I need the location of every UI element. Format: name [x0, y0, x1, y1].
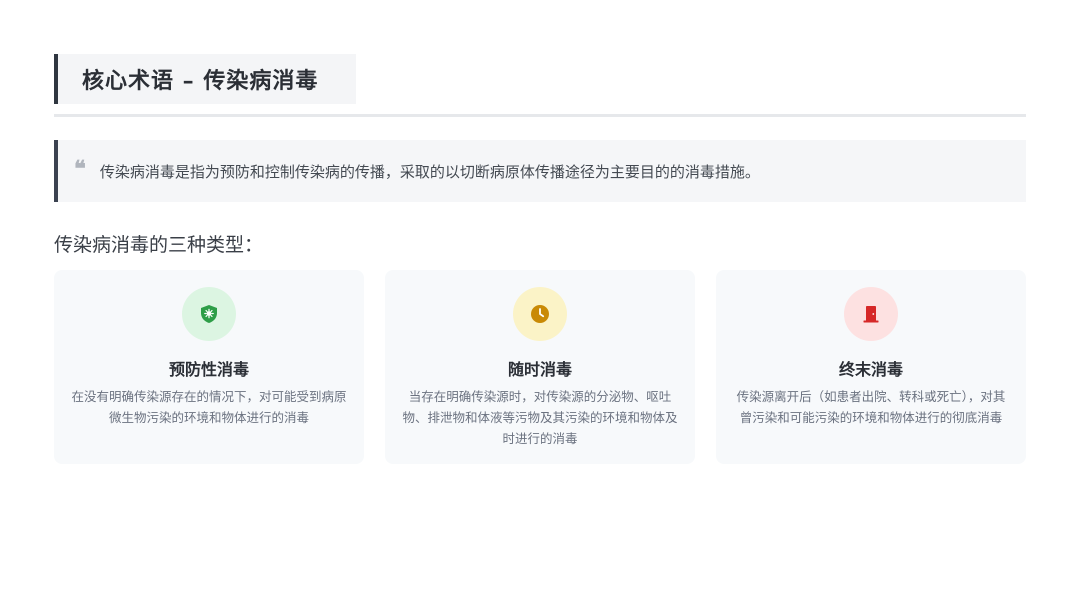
clock-icon — [531, 305, 549, 323]
type-cards: 预防性消毒 在没有明确传染源存在的情况下，对可能受到病原微生物污染的环境和物体进… — [54, 270, 1026, 464]
icon-circle — [513, 287, 567, 341]
card-description: 当存在明确传染源时，对传染源的分泌物、呕吐物、排泄物和体液等污物及其污染的环境和… — [402, 389, 678, 446]
card-description: 在没有明确传染源存在的情况下，对可能受到病原微生物污染的环境和物体进行的消毒 — [71, 389, 347, 425]
slide: 核心术语 – 传染病消毒 ❝ 传染病消毒是指为预防和控制传染病的传播，采取的以切… — [0, 0, 1080, 608]
card-title: 终末消毒 — [838, 360, 903, 379]
card-terminal-disinfection: 终末消毒 传染源离开后（如患者出院、转科或死亡），对其曾污染和可能污染的环境和物… — [716, 270, 1026, 464]
icon-circle — [182, 287, 236, 341]
quote-icon: ❝ — [74, 156, 86, 182]
card-concurrent-disinfection: 随时消毒 当存在明确传染源时，对传染源的分泌物、呕吐物、排泄物和体液等污物及其污… — [385, 270, 695, 464]
card-title: 随时消毒 — [507, 360, 572, 379]
icon-circle — [844, 287, 898, 341]
door-icon — [863, 306, 879, 323]
definition-text: 传染病消毒是指为预防和控制传染病的传播，采取的以切断病原体传播途径为主要目的的消… — [99, 162, 760, 181]
card-title: 预防性消毒 — [168, 360, 249, 379]
card-description: 传染源离开后（如患者出院、转科或死亡），对其曾污染和可能污染的环境和物体进行的彻… — [736, 389, 1006, 425]
title-divider — [54, 114, 1026, 117]
card-preventive-disinfection: 预防性消毒 在没有明确传染源存在的情况下，对可能受到病原微生物污染的环境和物体进… — [54, 270, 364, 464]
page-title: 核心术语 – 传染病消毒 — [82, 68, 319, 94]
definition-quote: ❝ 传染病消毒是指为预防和控制传染病的传播，采取的以切断病原体传播途径为主要目的… — [54, 140, 1026, 202]
shield-virus-icon — [201, 305, 217, 323]
title-box: 核心术语 – 传染病消毒 — [54, 54, 356, 104]
section-heading: 传染病消毒的三种类型： — [54, 234, 264, 256]
